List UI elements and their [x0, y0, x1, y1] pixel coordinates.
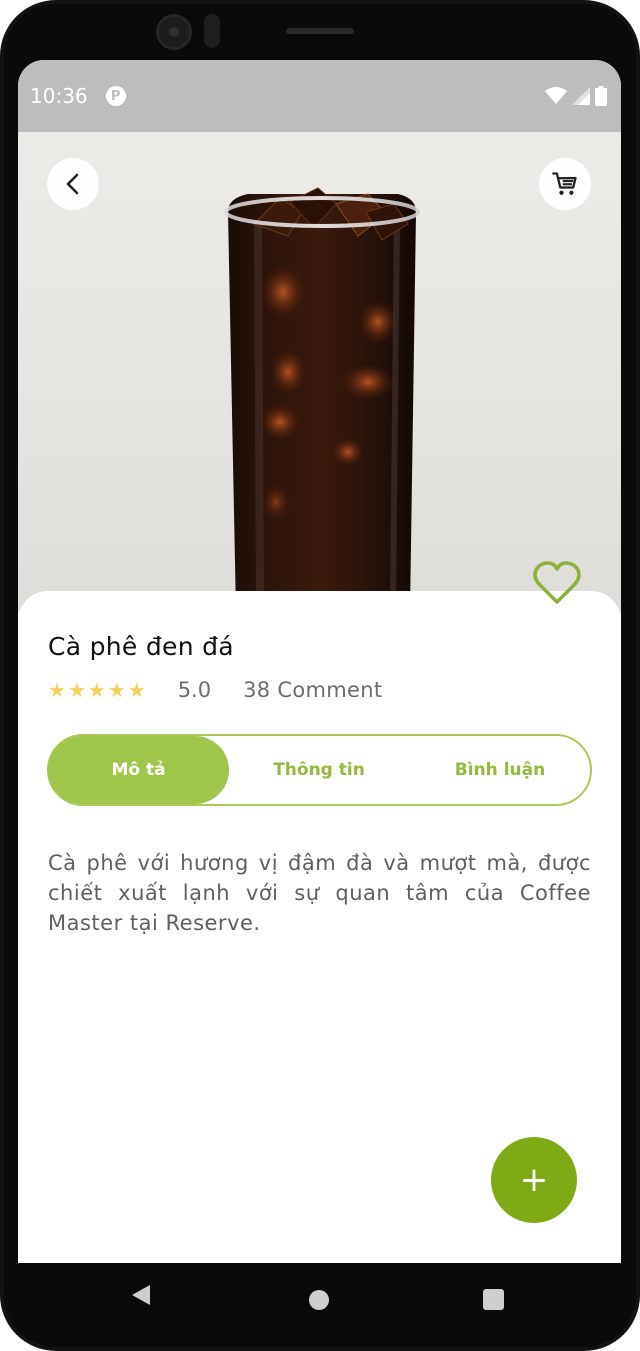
sensor-icon — [204, 14, 220, 48]
iced-coffee-glass-image — [212, 187, 432, 612]
star-icon: ★ — [127, 678, 146, 702]
app-notification-icon: P — [105, 86, 126, 106]
back-triangle-icon[interactable] — [130, 1283, 152, 1307]
comment-count-link[interactable]: 38 Comment — [243, 678, 382, 702]
status-icons — [545, 86, 607, 106]
chevron-left-icon — [66, 173, 79, 195]
rating-row: ★ ★ ★ ★ ★ 5.0 38 Comment — [48, 678, 382, 702]
product-image — [18, 132, 621, 612]
status-time: 10:36 — [30, 84, 88, 108]
star-icon: ★ — [48, 678, 66, 702]
camera-icon — [156, 14, 192, 50]
tab-reviews[interactable]: Bình luận — [409, 736, 591, 804]
star-rating: ★ ★ ★ ★ ★ — [48, 678, 146, 702]
tab-description[interactable]: Mô tả — [48, 736, 229, 804]
speaker-grille — [286, 28, 354, 34]
product-title: Cà phê đen đá — [48, 632, 234, 661]
tab-information[interactable]: Thông tin — [229, 736, 409, 804]
tab-bar: Mô tả Thông tin Bình luận — [47, 734, 592, 806]
wifi-icon — [545, 87, 567, 104]
star-icon: ★ — [67, 678, 86, 702]
phone-frame: 10:36 P Cà phê đen đá ★ ★ ★ ★ ★ 5.0 38 C… — [0, 0, 640, 1351]
star-icon: ★ — [107, 678, 126, 702]
app-screen: 10:36 P Cà phê đen đá ★ ★ ★ ★ ★ 5.0 38 C… — [18, 60, 621, 1324]
status-bar: 10:36 P — [18, 60, 621, 132]
recents-square-icon[interactable] — [483, 1289, 504, 1310]
battery-icon — [595, 86, 607, 106]
home-circle-icon[interactable] — [309, 1290, 329, 1310]
product-description: Cà phê với hương vị đậm đà và mượt mà, đ… — [48, 851, 591, 935]
back-button[interactable] — [47, 158, 99, 210]
add-to-cart-button[interactable]: + — [491, 1137, 577, 1223]
navigation-bar — [18, 1263, 621, 1324]
star-icon: ★ — [87, 678, 106, 702]
cart-button[interactable] — [539, 158, 591, 210]
rating-value: 5.0 — [177, 678, 212, 702]
signal-icon — [572, 87, 590, 105]
heart-outline-icon[interactable] — [532, 560, 582, 606]
shopping-cart-icon — [552, 172, 577, 195]
